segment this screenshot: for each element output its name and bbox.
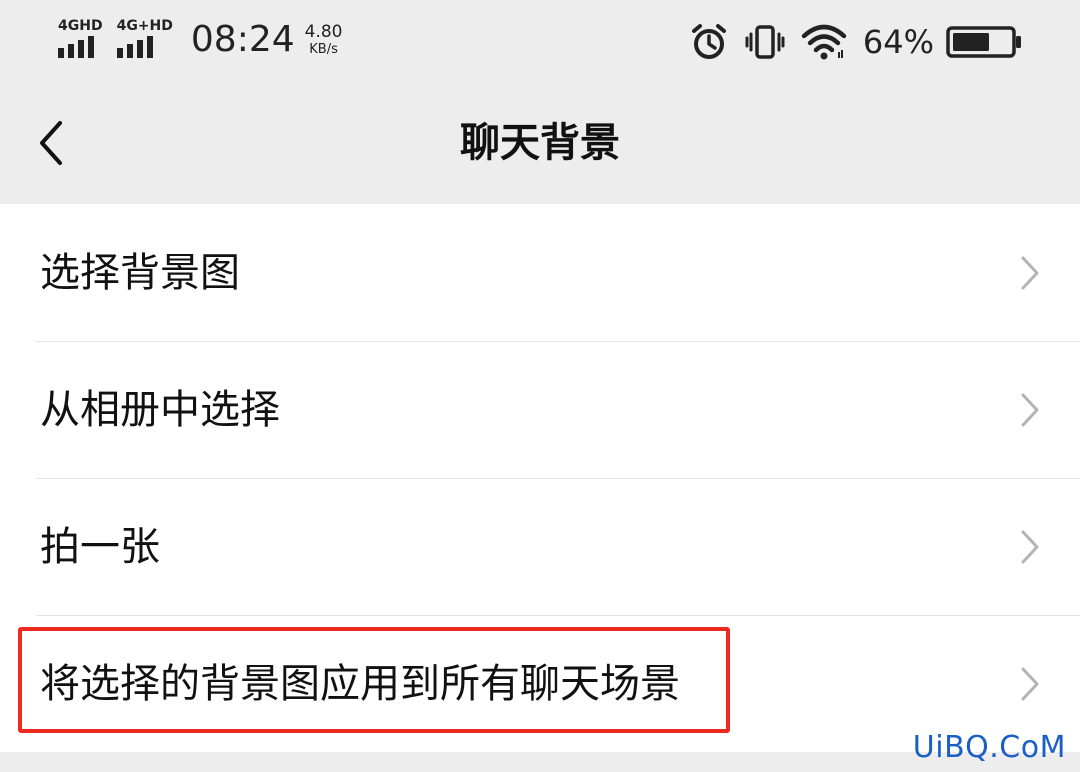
page-title: 聊天背景 <box>460 120 620 166</box>
sim1-signal: 4GHD <box>58 18 103 58</box>
status-right: 64% <box>689 22 1022 62</box>
sim2-signal: 4G+HD <box>116 18 173 58</box>
menu-item-label: 拍一张 <box>40 523 160 570</box>
chevron-right-icon <box>1021 393 1039 426</box>
menu-item-choose-background[interactable]: 选择背景图 <box>0 204 1080 341</box>
menu-item-label: 从相册中选择 <box>40 386 280 433</box>
sim1-label: 4GHD <box>58 18 103 34</box>
network-speed-unit: KB/s <box>309 42 338 57</box>
navigation-bar: 聊天背景 <box>0 92 1080 192</box>
network-speed-value: 4.80 <box>304 22 343 42</box>
settings-list: 选择背景图 从相册中选择 拍一张 将选择的背景图应用到所有聊天场景 <box>0 204 1080 752</box>
chevron-right-icon <box>1021 667 1039 700</box>
wifi-icon <box>801 22 847 62</box>
sim2-label: 4G+HD <box>116 18 173 34</box>
status-bar: 4GHD 4G+HD 08:24 4.80 KB/s 64% <box>0 0 1080 92</box>
battery-icon <box>946 25 1022 59</box>
alarm-icon <box>689 22 729 62</box>
network-speed: 4.80 KB/s <box>305 22 343 58</box>
menu-item-choose-from-album[interactable]: 从相册中选择 <box>0 341 1080 478</box>
battery-percent: 64% <box>862 23 934 61</box>
status-left: 4GHD 4G+HD 08:24 4.80 KB/s <box>58 18 343 68</box>
menu-item-label: 选择背景图 <box>40 249 240 296</box>
signal-bars-icon <box>58 36 94 58</box>
watermark: UiBQ.CoM <box>912 730 1066 765</box>
vibrate-icon <box>745 22 785 62</box>
chevron-right-icon <box>1021 530 1039 563</box>
chevron-right-icon <box>1021 256 1039 289</box>
signal-bars-icon <box>116 36 153 58</box>
clock: 08:24 <box>190 19 295 60</box>
menu-item-label: 将选择的背景图应用到所有聊天场景 <box>40 660 680 707</box>
menu-item-take-photo[interactable]: 拍一张 <box>0 478 1080 615</box>
